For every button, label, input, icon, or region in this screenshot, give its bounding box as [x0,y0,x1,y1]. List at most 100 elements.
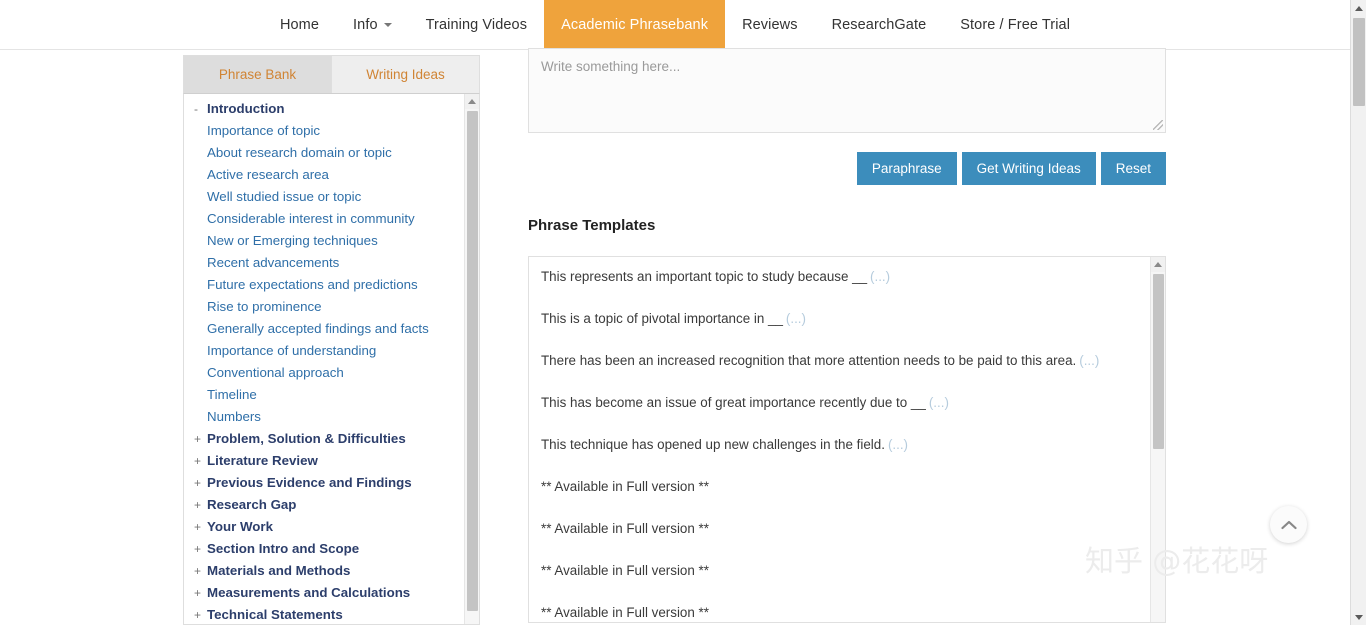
nav-item-store-free-trial[interactable]: Store / Free Trial [943,0,1087,49]
nav-item-label: Academic Phrasebank [561,16,709,33]
sidebar-scrollbar-thumb[interactable] [467,111,478,611]
sidebar-tree-item[interactable]: + Research Gap [184,497,464,519]
sidebar-tree-item-label: Future expectations and predictions [207,277,418,292]
expand-toggle-icon[interactable]: + [194,543,207,555]
phrase-template-text: ** Available in Full version ** [541,521,709,536]
nav-item-reviews[interactable]: Reviews [725,0,815,49]
get-writing-ideas-button[interactable]: Get Writing Ideas [961,152,1096,185]
sidebar-tree-item[interactable]: Conventional approach [184,365,464,387]
sidebar-tree-item-label: Previous Evidence and Findings [207,475,412,490]
sidebar-tree-item[interactable]: Active research area [184,167,464,189]
phrase-template-row[interactable]: This represents an important topic to st… [541,269,1135,311]
tab-phrase-bank[interactable]: Phrase Bank [183,55,332,93]
sidebar-tree-item[interactable]: + Materials and Methods [184,563,464,585]
nav-item-info[interactable]: Info [336,0,409,49]
paraphrase-button[interactable]: Paraphrase [856,152,957,185]
scroll-up-arrow-icon[interactable] [1151,257,1165,272]
sidebar-tree-item-label: Recent advancements [207,255,340,270]
sidebar-tree-item[interactable]: Rise to prominence [184,299,464,321]
phrase-template-text: ** Available in Full version ** [541,563,709,578]
phrase-template-row[interactable]: ** Available in Full version ** [541,521,1135,563]
sidebar-tree-item[interactable]: + Previous Evidence and Findings [184,475,464,497]
sidebar-tree-item[interactable]: Future expectations and predictions [184,277,464,299]
sidebar-tree-item[interactable]: + Measurements and Calculations [184,585,464,607]
sidebar-tree-item[interactable]: Importance of understanding [184,343,464,365]
expand-toggle-icon[interactable]: + [194,609,207,621]
resize-handle-icon[interactable] [1153,120,1163,130]
sidebar-tree-item[interactable]: - Introduction [184,101,464,123]
scroll-to-top-button[interactable] [1270,506,1307,543]
sidebar-tree-item-label: New or Emerging techniques [207,233,378,248]
sidebar-tree-item-label: Importance of topic [207,123,321,138]
compose-placeholder-text: Write something here... [541,59,681,74]
sidebar-tree-item-label: Introduction [207,101,285,116]
expand-toggle-icon[interactable]: + [194,587,207,599]
sidebar-tree-item-label: Numbers [207,409,261,424]
phrase-template-row[interactable]: This is a topic of pivotal importance in… [541,311,1135,353]
phrase-template-more-link[interactable]: (...) [929,395,949,410]
sidebar-tree-item[interactable]: Timeline [184,387,464,409]
phrase-templates-heading: Phrase Templates [528,217,656,234]
sidebar-scrollbar[interactable] [464,94,479,624]
sidebar-tree-item[interactable]: Considerable interest in community [184,211,464,233]
phrase-template-row[interactable]: There has been an increased recognition … [541,353,1135,395]
nav-item-researchgate[interactable]: ResearchGate [815,0,944,49]
collapse-toggle-icon[interactable]: - [194,103,207,115]
expand-toggle-icon[interactable]: + [194,477,207,489]
phrase-template-more-link[interactable]: (...) [870,269,890,284]
scroll-down-arrow-icon[interactable] [1351,609,1366,625]
nav-item-label: Reviews [742,16,798,33]
phrase-template-row[interactable]: This has become an issue of great import… [541,395,1135,437]
scroll-up-arrow-icon[interactable] [1351,0,1366,16]
sidebar-tree-item-label: Research Gap [207,497,297,512]
browser-scrollbar-thumb[interactable] [1353,18,1365,106]
nav-item-label: Training Videos [425,16,528,33]
phrase-template-row[interactable]: ** Available in Full version ** [541,605,1135,622]
sidebar-tree-item-label: Timeline [207,387,257,402]
phrase-template-more-link[interactable]: (...) [1079,353,1099,368]
sidebar-tree-item-label: Literature Review [207,453,318,468]
sidebar-tree-item[interactable]: Importance of topic [184,123,464,145]
tab-label: Phrase Bank [218,67,297,82]
sidebar-tree-item-label: Considerable interest in community [207,211,415,226]
phrase-template-text: This technique has opened up new challen… [541,437,885,452]
zhihu-watermark: 知乎 @花花呀 [1085,544,1269,578]
browser-scrollbar[interactable] [1350,0,1366,625]
tab-writing-ideas[interactable]: Writing Ideas [332,55,480,93]
expand-toggle-icon[interactable]: + [194,433,207,445]
nav-item-home[interactable]: Home [263,0,336,49]
templates-scrollbar-thumb[interactable] [1153,274,1164,449]
phrase-template-row[interactable]: ** Available in Full version ** [541,479,1135,521]
phrase-template-more-link[interactable]: (...) [786,311,806,326]
sidebar-tree-item-label: Problem, Solution & Difficulties [207,431,406,446]
nav-item-academic-phrasebank[interactable]: Academic Phrasebank [544,0,726,49]
chevron-down-icon [383,22,392,27]
phrase-template-row[interactable]: ** Available in Full version ** [541,563,1135,605]
nav-item-training-videos[interactable]: Training Videos [409,0,544,49]
sidebar-tree-item[interactable]: + Problem, Solution & Difficulties [184,431,464,453]
sidebar-tree-item-label: Materials and Methods [207,563,351,578]
expand-toggle-icon[interactable]: + [194,565,207,577]
sidebar-tree-item[interactable]: Recent advancements [184,255,464,277]
phrase-template-text: This represents an important topic to st… [541,269,868,284]
phrase-template-row[interactable]: This technique has opened up new challen… [541,437,1135,479]
reset-button[interactable]: Reset [1100,152,1166,185]
sidebar-tree-item[interactable]: + Technical Statements [184,607,464,624]
phrase-template-more-link[interactable]: (...) [888,437,908,452]
expand-toggle-icon[interactable]: + [194,455,207,467]
sidebar-tab-strip: Phrase Bank Writing Ideas [183,55,480,93]
compose-textarea[interactable]: Write something here... [528,48,1166,133]
expand-toggle-icon[interactable]: + [194,521,207,533]
sidebar-tree-item[interactable]: + Section Intro and Scope [184,541,464,563]
phrase-template-text: This has become an issue of great import… [541,395,926,410]
expand-toggle-icon[interactable]: + [194,499,207,511]
sidebar-tree-item[interactable]: About research domain or topic [184,145,464,167]
phrase-template-text: There has been an increased recognition … [541,353,1077,368]
sidebar-tree-item[interactable]: + Your Work [184,519,464,541]
sidebar-tree-item[interactable]: New or Emerging techniques [184,233,464,255]
scroll-up-arrow-icon[interactable] [465,94,479,109]
sidebar-tree-item[interactable]: Numbers [184,409,464,431]
sidebar-tree-item[interactable]: Generally accepted findings and facts [184,321,464,343]
sidebar-tree-item[interactable]: Well studied issue or topic [184,189,464,211]
sidebar-tree-item[interactable]: + Literature Review [184,453,464,475]
